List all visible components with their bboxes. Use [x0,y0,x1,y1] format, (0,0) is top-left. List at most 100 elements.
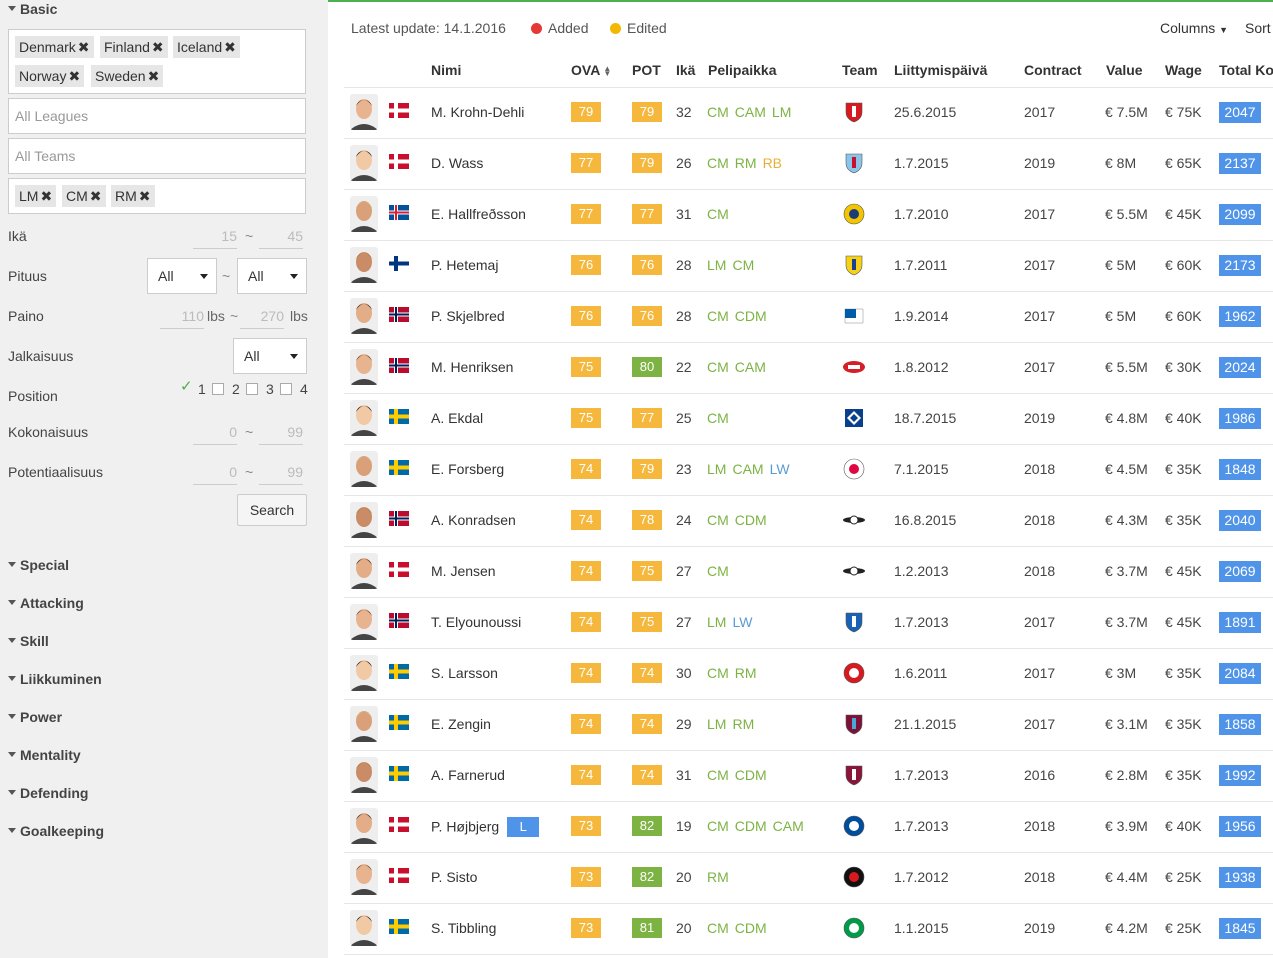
position-label[interactable]: CM [707,512,729,528]
position-label[interactable]: CDM [735,818,767,834]
player-row[interactable]: E. Hallfreðsson 77 77 31 CM 1.7.2010 2017 € 5.5… [328,189,1273,240]
team-crest-icon[interactable] [842,457,866,481]
player-name[interactable]: T. Elyounoussi [431,614,521,630]
team-crest-icon[interactable] [842,100,866,124]
nation-select[interactable]: Denmark ✖ Finland ✖ Iceland ✖ Norway ✖ Swede… [8,29,306,94]
remove-icon[interactable]: ✖ [40,188,52,204]
position-label[interactable]: CM [707,665,729,681]
team-crest-icon[interactable] [842,355,866,379]
potential-max-input[interactable]: 99 [259,462,303,485]
teams-input[interactable]: All Teams [8,138,306,174]
player-name[interactable]: A. Ekdal [431,410,483,426]
section-toggle[interactable]: Skill [8,633,49,649]
col-header-pot[interactable]: POT [632,62,661,78]
team-crest-icon[interactable] [842,763,866,787]
team-crest-icon[interactable] [842,253,866,277]
potential-min-input[interactable]: 0 [193,462,237,485]
team-crest-icon[interactable] [842,814,866,838]
player-row[interactable]: E. Zengin 74 74 29 LM RM 21.1.2015 2017 € 3.1M € … [328,699,1273,750]
position-label[interactable]: CM [707,767,729,783]
section-toggle[interactable]: Special [8,557,69,573]
position-label[interactable]: CDM [735,308,767,324]
remove-icon[interactable]: ✖ [152,39,164,55]
remove-icon[interactable]: ✖ [90,188,102,204]
age-max-input[interactable]: 45 [259,226,303,249]
position-label[interactable]: CM [707,920,729,936]
player-name[interactable]: S. Tibbling [431,920,496,936]
team-crest-icon[interactable] [842,865,866,889]
player-row[interactable]: T. Elyounoussi 74 75 27 LM LW 1.7.2013 2017 € 3.… [328,597,1273,648]
col-header-total[interactable]: Total Ko [1219,62,1273,78]
position-label[interactable]: CM [707,410,729,426]
weight-min-input[interactable]: 110 [160,306,204,329]
col-header-age[interactable]: Ikä [676,62,695,78]
position-label[interactable]: CM [707,155,729,171]
player-name[interactable]: P. Sisto [431,869,477,885]
position-tag-cm[interactable]: CM ✖ [62,185,106,207]
team-crest-icon[interactable] [842,406,866,430]
player-name[interactable]: E. Forsberg [431,461,504,477]
player-name[interactable]: P. Hetemaj [431,257,498,273]
team-crest-icon[interactable] [842,610,866,634]
col-header-contract[interactable]: Contract [1024,62,1082,78]
remove-icon[interactable]: ✖ [224,39,236,55]
col-header-value[interactable]: Value [1106,62,1143,78]
section-toggle[interactable]: Power [8,709,62,725]
position-label[interactable]: CDM [735,512,767,528]
col-header-positions[interactable]: Pelipaikka [708,62,777,78]
player-name[interactable]: P. Skjelbred [431,308,505,324]
position-label[interactable]: LM [707,461,726,477]
position-label[interactable]: CDM [735,920,767,936]
player-row[interactable]: S. Tibbling 73 81 20 CM CDM 1.1.2015 2019 € 4.2M… [328,903,1273,954]
section-toggle[interactable]: Mentality [8,747,81,763]
height-max-select[interactable]: All [237,258,307,294]
team-crest-icon[interactable] [842,559,866,583]
team-crest-icon[interactable] [842,151,866,175]
section-toggle[interactable]: Attacking [8,595,84,611]
nation-tag-norway[interactable]: Norway ✖ [15,65,85,87]
remove-icon[interactable]: ✖ [78,39,90,55]
nation-tag-denmark[interactable]: Denmark ✖ [15,36,94,58]
nation-tag-sweden[interactable]: Sweden ✖ [91,65,164,87]
position-label[interactable]: CM [707,104,729,120]
columns-dropdown[interactable]: Columns ▼ [1160,20,1228,36]
nation-tag-iceland[interactable]: Iceland ✖ [173,36,240,58]
col-header-joined[interactable]: Liittymispäivä [894,62,987,78]
position-label[interactable]: LW [770,461,790,477]
position-label[interactable]: RB [763,155,782,171]
position-label[interactable]: CDM [735,767,767,783]
leagues-input[interactable]: All Leagues [8,98,306,134]
player-name[interactable]: A. Konradsen [431,512,516,528]
player-row[interactable]: P. Højbjerg L 73 82 19 CM CDM CAM 1.7.2013 2018 € … [328,801,1273,852]
col-header-name[interactable]: Nimi [431,62,461,78]
team-crest-icon[interactable] [842,916,866,940]
position-label[interactable]: CAM [735,104,766,120]
player-row[interactable]: A. Ekdal 75 77 25 CM 18.7.2015 2019 € 4.8M € 40K… [328,393,1273,444]
player-row[interactable]: M. Henriksen 75 80 22 CM CAM 1.8.2012 2017 € 5.5… [328,342,1273,393]
player-row[interactable]: P. Skjelbred 76 76 28 CM CDM 1.9.2014 2017 € 5M €… [328,291,1273,342]
search-button[interactable]: Search [237,494,307,526]
position-label[interactable]: LM [707,614,726,630]
position-label[interactable]: LM [707,257,726,273]
nation-tag-finland[interactable]: Finland ✖ [100,36,168,58]
position-label[interactable]: CM [707,563,729,579]
position-label[interactable]: LM [707,716,726,732]
team-crest-icon[interactable] [842,202,866,226]
position-label[interactable]: RM [735,155,757,171]
player-name[interactable]: M. Henriksen [431,359,513,375]
remove-icon[interactable]: ✖ [148,68,160,84]
section-toggle[interactable]: Defending [8,785,88,801]
player-name[interactable]: A. Farnerud [431,767,505,783]
position-select[interactable]: LM ✖ CM ✖ RM ✖ [8,178,306,214]
player-name[interactable]: S. Larsson [431,665,498,681]
player-row[interactable]: D. Wass 77 79 26 CM RM RB 1.7.2015 2019 € 8M € 65K… [328,138,1273,189]
player-row[interactable]: S. Larsson 74 74 30 CM RM 1.6.2011 2017 € 3M € 35… [328,648,1273,699]
position-4-checkbox[interactable] [280,383,292,395]
player-name[interactable]: P. Højbjerg L [431,817,540,838]
player-row[interactable]: M. Krohn-Dehli 79 79 32 CM CAM LM 25.6.2015 2017… [328,87,1273,138]
section-toggle[interactable]: Liikkuminen [8,671,102,687]
remove-icon[interactable]: ✖ [68,68,80,84]
overall-min-input[interactable]: 0 [193,422,237,445]
player-row[interactable]: A. Konradsen 74 78 24 CM CDM 16.8.2015 2018 € 4.… [328,495,1273,546]
position-label[interactable]: LM [772,104,791,120]
